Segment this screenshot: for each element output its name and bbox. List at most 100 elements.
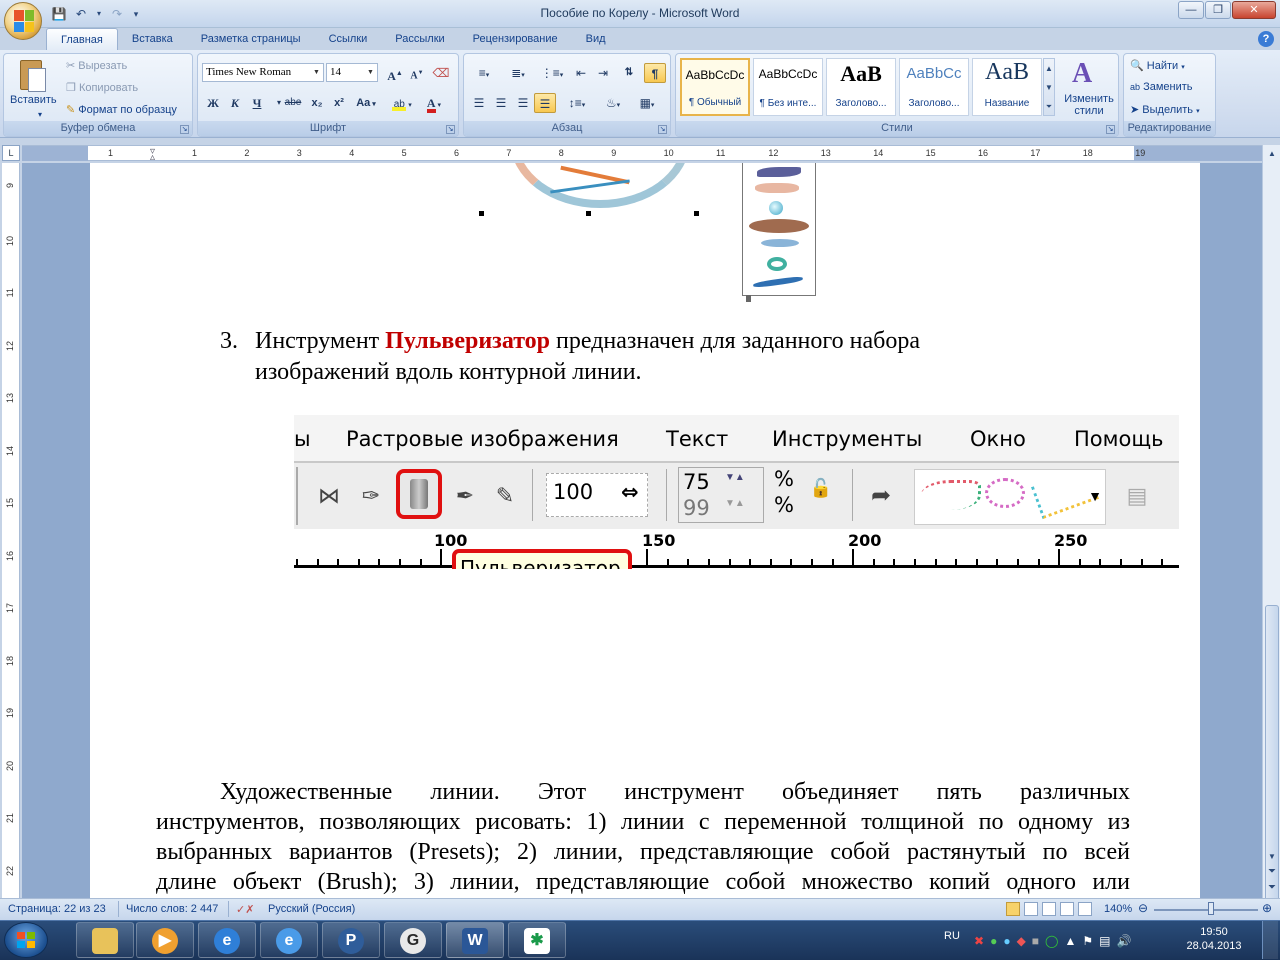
taskbar-word[interactable]: W (446, 922, 504, 958)
bullets-button[interactable]: ≡▾ (468, 63, 500, 83)
scroll-up-icon[interactable]: ▲ (1044, 59, 1054, 78)
taskbar-ie[interactable]: e (198, 922, 256, 958)
style-heading1[interactable]: AaB Заголово... (826, 58, 896, 116)
paste-button[interactable]: Вставить (10, 94, 57, 106)
zoom-in-icon[interactable]: ⊕ (1262, 901, 1272, 915)
zoom-slider-thumb[interactable] (1208, 902, 1214, 915)
show-formatting-button[interactable]: ¶ (644, 63, 666, 83)
align-left-button[interactable]: ☰ (468, 93, 490, 113)
tray-icon[interactable]: ▲ (1064, 934, 1076, 948)
print-layout-view-icon[interactable] (1006, 902, 1020, 916)
tab-references[interactable]: Ссылки (315, 28, 382, 50)
zoom-out-icon[interactable]: ⊖ (1138, 901, 1148, 915)
style-no-spacing[interactable]: AaBbCcDc ¶ Без инте... (753, 58, 823, 116)
change-styles-button[interactable]: A Изменить стили (1062, 58, 1116, 117)
tab-insert[interactable]: Вставка (118, 28, 187, 50)
volume-icon[interactable]: 🔊 (1116, 934, 1131, 948)
italic-button[interactable]: К (224, 93, 246, 113)
clipboard-launcher-icon[interactable]: ↘ (180, 125, 189, 134)
strikethrough-button[interactable]: abe (282, 93, 304, 113)
align-center-button[interactable]: ☰ (490, 93, 512, 113)
tab-home[interactable]: Главная (46, 28, 118, 50)
flag-icon[interactable]: ⚑ (1082, 934, 1093, 948)
font-name-combo[interactable]: Times New Roman ▼ (202, 63, 324, 82)
select-button[interactable]: Выделить (1142, 104, 1193, 116)
underline-button[interactable]: Ч (246, 93, 268, 113)
restore-button[interactable]: ❐ (1205, 1, 1231, 19)
tab-page-layout[interactable]: Разметка страницы (187, 28, 315, 50)
tab-mailings[interactable]: Рассылки (381, 28, 458, 50)
tray-icon[interactable]: ◯ (1045, 934, 1058, 948)
language-indicator[interactable]: Русский (Россия) (268, 903, 355, 915)
styles-launcher-icon[interactable]: ↘ (1106, 125, 1115, 134)
show-desktop-button[interactable] (1262, 921, 1278, 959)
replace-button[interactable]: Заменить (1143, 81, 1192, 93)
increase-indent-button[interactable]: ⇥ (592, 63, 614, 83)
font-launcher-icon[interactable]: ↘ (446, 125, 455, 134)
sort-button[interactable]: ⇅ (618, 63, 640, 83)
paste-dropdown-icon[interactable]: ▾ (38, 110, 42, 119)
tray-icon[interactable]: ■ (1032, 934, 1039, 948)
hanging-indent-marker[interactable]: ▵ (150, 152, 155, 163)
taskbar-chrome[interactable]: G (384, 922, 442, 958)
taskbar-app-p[interactable]: P (322, 922, 380, 958)
undo-dropdown-icon[interactable]: ▾ (94, 5, 104, 23)
zoom-level[interactable]: 140% (1104, 903, 1132, 915)
horizontal-ruler[interactable]: 1 1 2 3 4 5 6 7 8 9 10 11 12 13 14 15 16 17 18 19 ▿ ▵ (22, 145, 1262, 163)
borders-button[interactable]: ▦▾ (632, 93, 662, 113)
ruler-toggle-button[interactable]: L (2, 145, 20, 161)
document-page[interactable]: 3. Инструмент Пульверизатор предназначен… (90, 163, 1200, 898)
scroll-up-arrow-icon[interactable]: ▲ (1265, 147, 1279, 161)
language-bar[interactable]: RU (944, 930, 960, 942)
minimize-button[interactable]: — (1178, 1, 1204, 19)
word-count[interactable]: Число слов: 2 447 (126, 903, 218, 915)
paste-icon[interactable] (12, 58, 52, 98)
bold-button[interactable]: Ж (202, 93, 224, 113)
line-spacing-button[interactable]: ↕≡▾ (562, 93, 592, 113)
draft-view-icon[interactable] (1078, 902, 1092, 916)
more-styles-icon[interactable]: ⏷ (1044, 97, 1054, 116)
font-color-button[interactable]: A ▾ (420, 93, 448, 113)
outline-view-icon[interactable] (1060, 902, 1074, 916)
taskbar-explorer[interactable] (76, 922, 134, 958)
superscript-button[interactable]: x² (328, 93, 350, 113)
style-normal[interactable]: AaBbCcDc ¶ Обычный (680, 58, 750, 116)
save-icon[interactable]: 💾 (50, 5, 68, 23)
cut-button[interactable]: Вырезать (78, 60, 127, 72)
subscript-button[interactable]: x₂ (306, 93, 328, 113)
web-layout-view-icon[interactable] (1042, 902, 1056, 916)
previous-page-icon[interactable]: ⏷ (1265, 865, 1279, 879)
style-heading2[interactable]: AaBbCc Заголово... (899, 58, 969, 116)
zoom-slider[interactable] (1154, 909, 1258, 911)
selection-handle[interactable] (479, 211, 484, 216)
network-icon[interactable]: ▤ (1099, 934, 1110, 948)
spellcheck-icon[interactable]: ✓✗ (236, 903, 254, 916)
taskbar-ie2[interactable]: e (260, 922, 318, 958)
format-painter-button[interactable]: Формат по образцу (78, 104, 177, 116)
selection-handle[interactable] (746, 295, 751, 302)
shrink-font-button[interactable]: A▼ (406, 63, 428, 83)
highlight-color-button[interactable]: ab ▾ (388, 93, 416, 113)
decrease-indent-button[interactable]: ⇤ (570, 63, 592, 83)
taskbar-media-player[interactable]: ▶ (136, 922, 194, 958)
close-button[interactable]: ✕ (1232, 1, 1276, 19)
style-title[interactable]: AaB Название (972, 58, 1042, 116)
tray-icon[interactable]: ● (990, 934, 997, 948)
page-counter[interactable]: Страница: 22 из 23 (8, 903, 106, 915)
tab-view[interactable]: Вид (572, 28, 620, 50)
undo-icon[interactable]: ↶ (72, 5, 90, 23)
scroll-down-arrow-icon[interactable]: ▼ (1265, 850, 1279, 864)
find-button[interactable]: Найти (1147, 60, 1178, 72)
selection-handle[interactable] (586, 211, 591, 216)
tray-icon[interactable]: ● (1003, 934, 1010, 948)
change-case-button[interactable]: Aa ▾ (352, 93, 380, 113)
scroll-down-icon[interactable]: ▼ (1044, 78, 1054, 97)
clock[interactable]: 19:50 28.04.2013 (1186, 925, 1242, 953)
full-screen-view-icon[interactable] (1024, 902, 1038, 916)
paragraph-launcher-icon[interactable]: ↘ (658, 125, 667, 134)
tray-icon[interactable]: ✖ (974, 934, 984, 948)
clear-formatting-icon[interactable]: ⌫ (430, 63, 452, 83)
vertical-ruler[interactable]: 9 10 11 12 13 14 15 16 17 18 19 20 21 22 (2, 163, 20, 898)
copy-button[interactable]: Копировать (79, 82, 138, 94)
font-size-combo[interactable]: 14 ▼ (326, 63, 378, 82)
